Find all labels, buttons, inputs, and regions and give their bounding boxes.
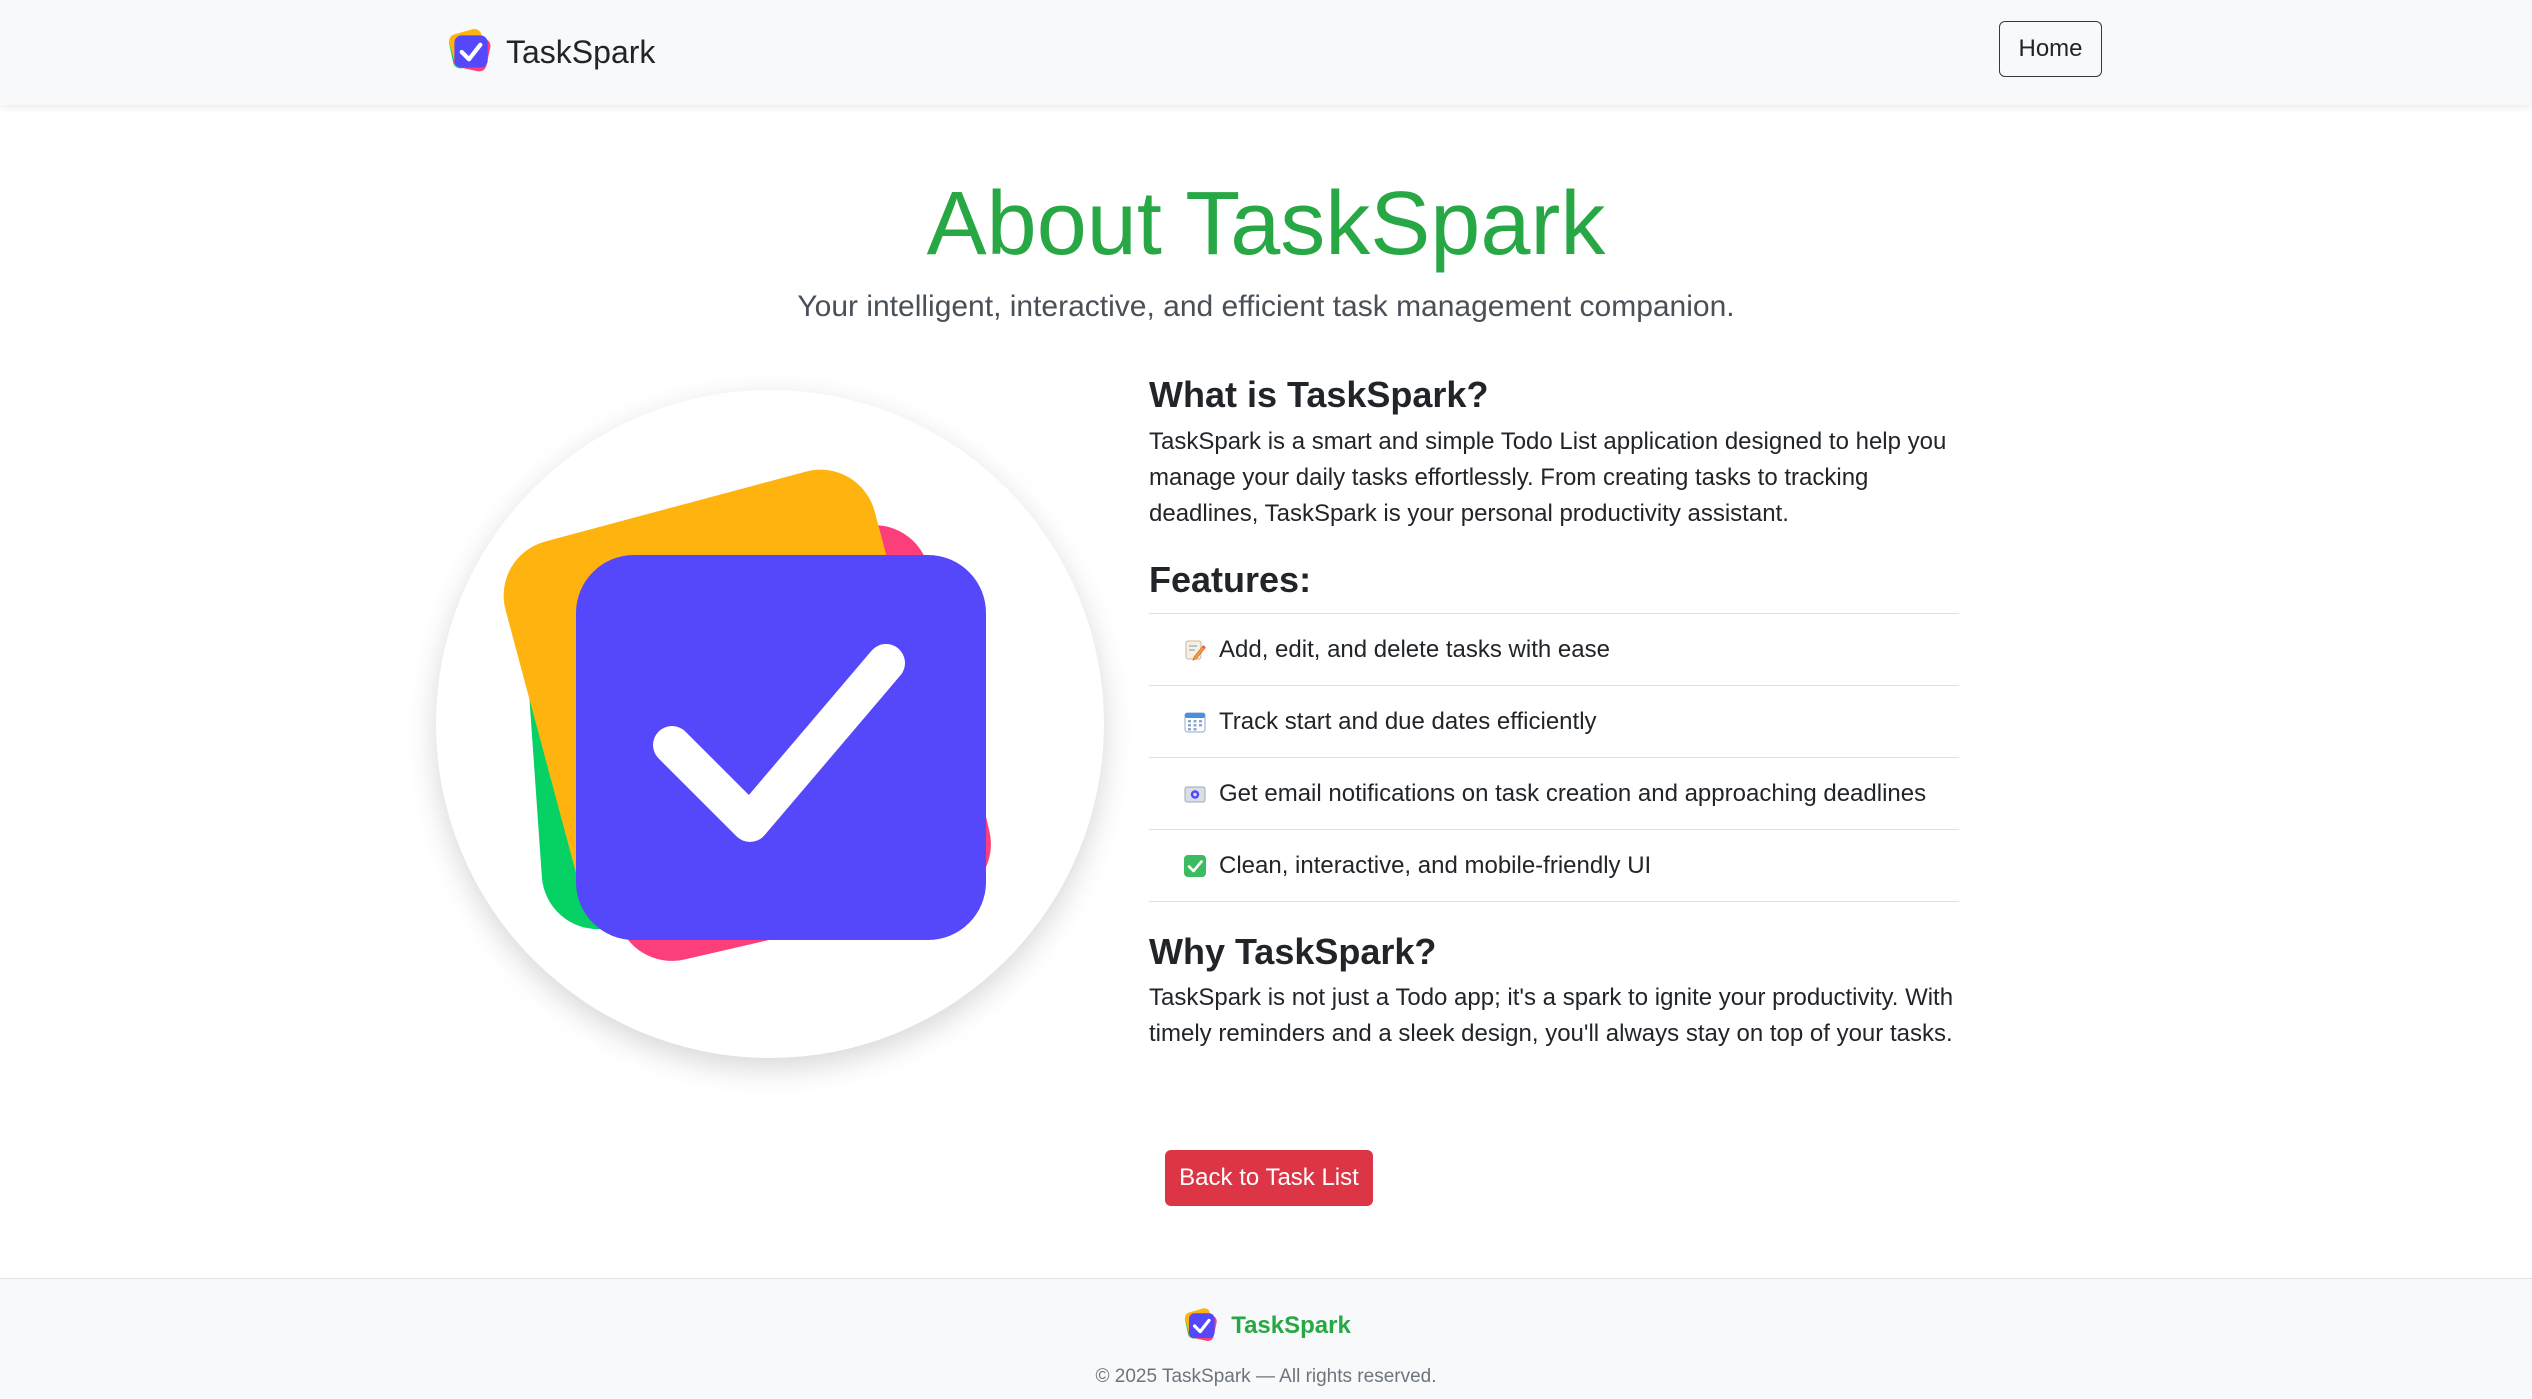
features-heading: Features: — [1149, 559, 1312, 600]
feature-item: Get email notifications on task creation… — [1149, 758, 1959, 830]
brand-name: TaskSpark — [506, 33, 656, 70]
calendar-icon — [1184, 712, 1206, 732]
brand-link[interactable]: TaskSpark — [444, 24, 655, 80]
what-is-description: TaskSpark is a smart and simple Todo Lis… — [1149, 428, 1947, 527]
feature-text: Get email notifications on task creation… — [1219, 779, 1927, 807]
taskspark-logo-large-icon — [503, 469, 991, 961]
feature-item: Add, edit, and delete tasks with ease — [1149, 614, 1959, 686]
footer-brand-name: TaskSpark — [1231, 1312, 1351, 1339]
copyright-text: © 2025 TaskSpark — All rights reserved. — [1095, 1366, 1437, 1387]
check-mark-icon — [1184, 854, 1206, 877]
page-subtitle: Your intelligent, interactive, and effic… — [797, 290, 1735, 323]
back-to-task-list-button[interactable]: Back to Task List — [1165, 1150, 1373, 1206]
memo-icon — [1185, 640, 1206, 661]
footer: TaskSpark © 2025 TaskSpark — All rights … — [0, 1278, 2532, 1399]
feature-text: Add, edit, and delete tasks with ease — [1219, 635, 1610, 663]
navbar: TaskSpark Home — [0, 0, 2532, 105]
footer-brand: TaskSpark — [0, 1305, 2532, 1347]
features-list: Add, edit, and delete tasks with ease Tr… — [1149, 613, 1959, 902]
email-icon — [1184, 786, 1206, 802]
why-heading: Why TaskSpark? — [1149, 931, 1437, 972]
taskspark-logo-icon — [1185, 1308, 1217, 1341]
page-title: About TaskSpark — [926, 174, 1606, 274]
why-description: TaskSpark is not just a Todo app; it's a… — [1149, 984, 1954, 1047]
hero-illustration — [436, 390, 1104, 1058]
feature-item: Track start and due dates efficiently — [1149, 686, 1959, 758]
feature-text: Track start and due dates efficiently — [1219, 707, 1597, 735]
feature-item: Clean, interactive, and mobile-friendly … — [1149, 830, 1959, 902]
taskspark-logo-icon — [449, 28, 491, 72]
what-is-heading: What is TaskSpark? — [1149, 374, 1489, 415]
feature-text: Clean, interactive, and mobile-friendly … — [1219, 851, 1652, 879]
home-button[interactable]: Home — [1999, 21, 2102, 77]
